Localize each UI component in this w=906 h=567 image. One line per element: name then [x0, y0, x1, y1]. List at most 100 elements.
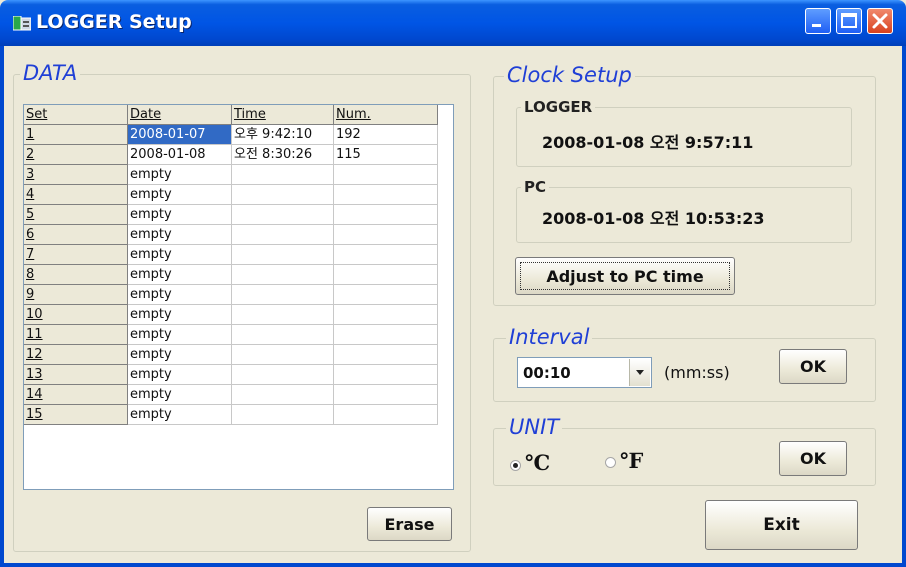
cell-date: empty — [128, 225, 232, 245]
cell-set[interactable]: 12 — [24, 345, 128, 365]
interval-dropdown-button[interactable] — [629, 359, 650, 386]
cell-set[interactable]: 2 — [24, 145, 128, 165]
fahrenheit-radio[interactable] — [605, 457, 616, 468]
cell-date: empty — [128, 165, 232, 185]
table-row[interactable]: 2 2008-01-08 오전 8:30:26 115 — [24, 145, 453, 165]
cell-date: empty — [128, 285, 232, 305]
cell-num: 115 — [334, 145, 438, 165]
cell-time — [232, 325, 334, 345]
cell-time — [232, 305, 334, 325]
cell-set[interactable]: 9 — [24, 285, 128, 305]
erase-button[interactable]: Erase — [367, 507, 452, 541]
clock-setup-legend: Clock Setup — [504, 63, 635, 87]
title-bar[interactable]: LOGGER Setup — [0, 0, 906, 46]
table-row[interactable]: 4 empty — [24, 185, 453, 205]
cell-date: empty — [128, 185, 232, 205]
minimize-button[interactable] — [805, 8, 831, 34]
logger-setup-window: LOGGER Setup DATA Set Date Time Num. 1 2… — [0, 0, 906, 567]
column-header-time[interactable]: Time — [232, 105, 334, 125]
cell-num — [334, 405, 438, 425]
column-header-set[interactable]: Set — [24, 105, 128, 125]
table-row[interactable]: 5 empty — [24, 205, 453, 225]
table-row[interactable]: 6 empty — [24, 225, 453, 245]
table-row[interactable]: 11 empty — [24, 325, 453, 345]
table-row[interactable]: 7 empty — [24, 245, 453, 265]
cell-date: empty — [128, 405, 232, 425]
fahrenheit-label[interactable]: ℉ — [620, 448, 643, 473]
celsius-label[interactable]: ℃ — [525, 450, 550, 475]
table-row[interactable]: 3 empty — [24, 165, 453, 185]
cell-date: empty — [128, 345, 232, 365]
table-row[interactable]: 9 empty — [24, 285, 453, 305]
interval-ok-button[interactable]: OK — [779, 349, 847, 384]
cell-num — [334, 365, 438, 385]
column-header-date[interactable]: Date — [128, 105, 232, 125]
cell-time — [232, 225, 334, 245]
cell-set[interactable]: 10 — [24, 305, 128, 325]
cell-num — [334, 265, 438, 285]
cell-time — [232, 265, 334, 285]
column-header-num[interactable]: Num. — [334, 105, 438, 125]
cell-set[interactable]: 14 — [24, 385, 128, 405]
cell-date: 2008-01-07 — [128, 125, 232, 145]
cell-num — [334, 165, 438, 185]
table-row[interactable]: 15 empty — [24, 405, 453, 425]
celsius-radio[interactable] — [510, 460, 521, 471]
unit-ok-button[interactable]: OK — [779, 441, 847, 476]
pc-time-value: 2008-01-08 오전 10:53:23 — [542, 209, 765, 228]
cell-set[interactable]: 8 — [24, 265, 128, 285]
cell-num — [334, 245, 438, 265]
table-row[interactable]: 8 empty — [24, 265, 453, 285]
cell-date: empty — [128, 205, 232, 225]
grid-body: 1 2008-01-07 오후 9:42:10 192 2 2008-01-08 오전 8:… — [24, 125, 453, 425]
cell-num — [334, 325, 438, 345]
close-button[interactable] — [867, 8, 893, 34]
cell-set[interactable]: 13 — [24, 365, 128, 385]
adjust-to-pc-time-button[interactable]: Adjust to PC time — [515, 257, 735, 295]
data-grid[interactable]: Set Date Time Num. 1 2008-01-07 오후 9:42:10… — [23, 104, 454, 490]
cell-time — [232, 405, 334, 425]
interval-combobox[interactable]: 00:10 — [517, 357, 652, 388]
cell-date: empty — [128, 265, 232, 285]
close-icon — [872, 13, 888, 29]
cell-time: 오후 9:42:10 — [232, 125, 334, 145]
logger-clock-legend: LOGGER — [521, 98, 596, 116]
cell-set[interactable]: 1 — [24, 125, 128, 145]
table-row[interactable]: 14 empty — [24, 385, 453, 405]
cell-set[interactable]: 4 — [24, 185, 128, 205]
cell-num — [334, 225, 438, 245]
cell-set[interactable]: 6 — [24, 225, 128, 245]
minimize-icon — [812, 24, 821, 27]
window-title: LOGGER Setup — [36, 11, 192, 33]
cell-num — [334, 305, 438, 325]
table-row[interactable]: 1 2008-01-07 오후 9:42:10 192 — [24, 125, 453, 145]
chevron-down-icon — [636, 370, 644, 375]
table-row[interactable]: 13 empty — [24, 365, 453, 385]
unit-legend: UNIT — [506, 415, 563, 439]
data-group-legend: DATA — [20, 61, 81, 85]
cell-set[interactable]: 3 — [24, 165, 128, 185]
cell-set[interactable]: 11 — [24, 325, 128, 345]
cell-num — [334, 345, 438, 365]
maximize-button[interactable] — [836, 8, 862, 34]
cell-time — [232, 345, 334, 365]
interval-value: 00:10 — [523, 364, 571, 382]
app-icon — [13, 16, 31, 31]
cell-date: empty — [128, 385, 232, 405]
cell-date: empty — [128, 245, 232, 265]
cell-time — [232, 185, 334, 205]
cell-num — [334, 385, 438, 405]
cell-date: empty — [128, 365, 232, 385]
table-row[interactable]: 12 empty — [24, 345, 453, 365]
cell-set[interactable]: 15 — [24, 405, 128, 425]
window-frame-bottom — [0, 563, 906, 567]
exit-button[interactable]: Exit — [705, 500, 858, 550]
grid-header: Set Date Time Num. — [24, 105, 453, 125]
cell-num — [334, 205, 438, 225]
cell-date: 2008-01-08 — [128, 145, 232, 165]
cell-num — [334, 285, 438, 305]
table-row[interactable]: 10 empty — [24, 305, 453, 325]
cell-set[interactable]: 5 — [24, 205, 128, 225]
cell-set[interactable]: 7 — [24, 245, 128, 265]
maximize-icon — [841, 13, 857, 28]
